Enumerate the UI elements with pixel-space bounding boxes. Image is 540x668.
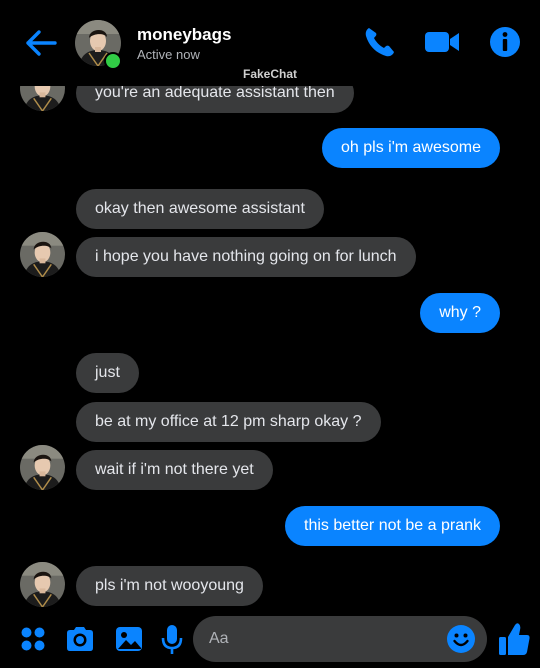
info-icon[interactable]: [488, 24, 522, 60]
sender-avatar[interactable]: [20, 232, 65, 277]
video-camera-icon[interactable]: [423, 24, 461, 60]
contact-name[interactable]: moneybags: [137, 25, 231, 45]
sender-avatar[interactable]: [20, 562, 65, 607]
incoming-message[interactable]: be at my office at 12 pm sharp okay ?: [76, 402, 381, 442]
sender-avatar[interactable]: [20, 445, 65, 490]
message-input[interactable]: Aa: [193, 616, 487, 662]
smiley-icon[interactable]: [446, 624, 476, 654]
phone-icon[interactable]: [362, 24, 396, 60]
camera-icon[interactable]: [64, 624, 96, 654]
image-icon[interactable]: [114, 624, 144, 654]
incoming-message[interactable]: just: [76, 353, 139, 393]
contact-status: Active now: [137, 47, 200, 62]
outgoing-message[interactable]: oh pls i'm awesome: [322, 128, 500, 168]
microphone-icon[interactable]: [161, 624, 183, 656]
thumbs-up-icon[interactable]: [497, 620, 531, 658]
back-arrow-icon[interactable]: [24, 28, 58, 58]
watermark-label: FakeChat: [242, 67, 298, 81]
four-dots-icon[interactable]: [20, 626, 46, 652]
incoming-message[interactable]: okay then awesome assistant: [76, 189, 324, 229]
incoming-message[interactable]: pls i'm not wooyoung: [76, 566, 263, 606]
incoming-message[interactable]: i hope you have nothing going on for lun…: [76, 237, 416, 277]
outgoing-message[interactable]: why ?: [420, 293, 500, 333]
incoming-message[interactable]: wait if i'm not there yet: [76, 450, 273, 490]
outgoing-message[interactable]: this better not be a prank: [285, 506, 500, 546]
